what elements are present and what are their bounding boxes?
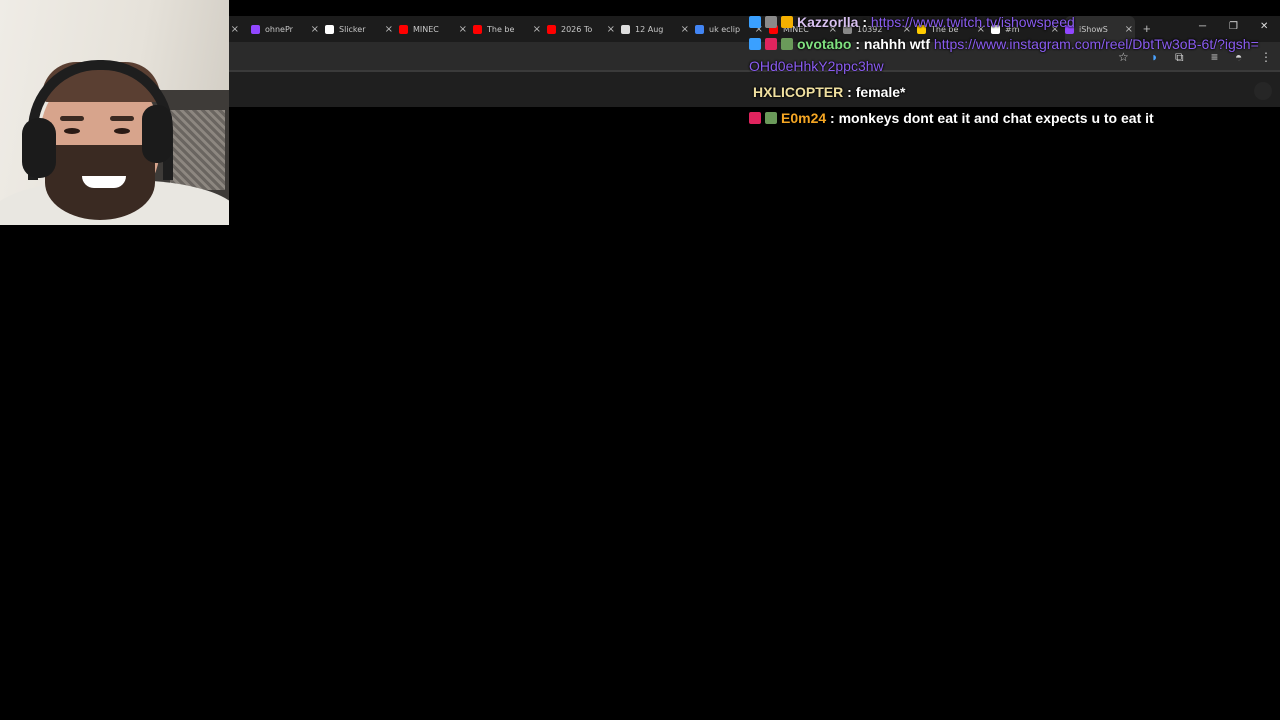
chat-separator: : (847, 84, 852, 100)
browser-tab[interactable]: ohnePr × (251, 16, 321, 42)
helmet-badge-icon (765, 112, 777, 124)
tab-favicon-icon (325, 24, 334, 34)
tab-title: 2026 To (561, 24, 593, 34)
tab-close-icon[interactable]: × (533, 24, 541, 35)
headphone-right-cup (142, 105, 172, 163)
tab-title: ohnePr (265, 24, 293, 34)
tab-favicon-icon (251, 24, 260, 34)
browser-tab[interactable]: The be × (473, 16, 543, 42)
gift-badge-icon (749, 112, 761, 124)
browser-tab[interactable]: 2026 To × (547, 16, 617, 42)
helmet-badge-icon (781, 38, 793, 50)
tab-close-icon[interactable]: × (681, 24, 689, 35)
chat-separator: : (862, 14, 868, 30)
tab-close-icon[interactable]: × (385, 24, 393, 35)
crown-badge-icon (781, 16, 793, 28)
tab-close-icon[interactable]: × (607, 24, 615, 35)
chat-text: female* (855, 84, 906, 100)
tab-close-icon[interactable]: × (459, 24, 467, 35)
chat-username[interactable]: E0m24 (781, 110, 826, 126)
chat-message: E0m24 : monkeys dont eat it and chat exp… (749, 107, 1269, 129)
chat-text: nahhh wtf (863, 36, 931, 52)
gift-badge-icon (765, 38, 777, 50)
chair-mesh (170, 110, 225, 190)
chat-separator: : (855, 36, 861, 52)
chat-link[interactable]: https://www.twitch.tv/ishowspeed (871, 14, 1075, 30)
tab-favicon-icon (399, 24, 408, 34)
headphone-left-cup (22, 118, 56, 178)
chat-username[interactable]: ovotabo (797, 36, 851, 52)
tab-title: 12 Aug (635, 24, 664, 34)
sub-badge-icon (749, 38, 761, 50)
chat-message: HXLICOPTER : female* (749, 81, 1269, 103)
browser-tab[interactable]: 12 Aug × (621, 16, 691, 42)
tab-title: Slicker (339, 24, 366, 34)
sub-badge-icon (749, 16, 761, 28)
tab-favicon-icon (621, 24, 630, 34)
tab-close-icon[interactable]: × (311, 24, 319, 35)
chat-separator: : (830, 110, 835, 126)
helmet-badge-icon (765, 16, 777, 28)
tab-favicon-icon (695, 24, 704, 34)
tab-favicon-icon (547, 24, 556, 34)
chat-overlay: Kazzorlla : https://www.twitch.tv/ishows… (749, 11, 1269, 129)
tab-title: The be (487, 24, 515, 34)
chat-message: ovotabo : nahhh wtf https://www.instagra… (749, 33, 1269, 77)
chat-text: monkeys dont eat it and chat expects u t… (838, 110, 1154, 126)
chat-username[interactable]: Kazzorlla (797, 14, 858, 30)
tab-close-icon[interactable]: × (231, 24, 239, 35)
tab-favicon-icon (473, 24, 482, 34)
tab-partial[interactable]: × (229, 16, 241, 42)
webcam-feed (0, 0, 229, 225)
tab-title: uk eclip (709, 24, 741, 34)
tab-title: MINEC (413, 24, 439, 34)
chat-message: Kazzorlla : https://www.twitch.tv/ishows… (749, 11, 1269, 33)
browser-tab[interactable]: MINEC × (399, 16, 469, 42)
chat-username[interactable]: HXLICOPTER (753, 84, 843, 100)
browser-tab[interactable]: Slicker × (325, 16, 395, 42)
